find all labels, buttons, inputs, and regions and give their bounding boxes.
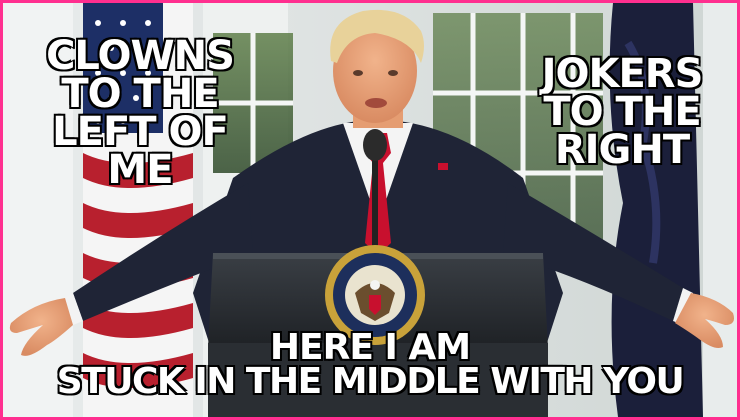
meme-frame: CLOWNS TO THE LEFT OF ME JOKERS TO THE R… xyxy=(0,0,740,420)
caption-top-left: CLOWNS TO THE LEFT OF ME xyxy=(45,33,236,193)
left-eye xyxy=(353,70,363,76)
right-eye xyxy=(388,70,398,76)
flag-pin xyxy=(438,163,448,170)
caption-bottom-line-2: STUCK IN THE MIDDLE WITH YOU xyxy=(56,361,686,402)
caption-top-right: JOKERS TO THE RIGHT xyxy=(541,51,705,173)
microphone xyxy=(363,129,387,161)
mouth xyxy=(365,98,387,108)
